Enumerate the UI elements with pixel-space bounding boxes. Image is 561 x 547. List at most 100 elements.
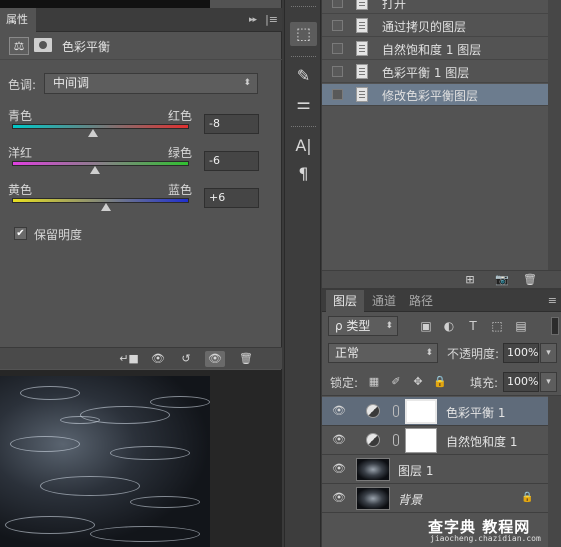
- history-footer: ⊞ 📷 🗑: [322, 270, 561, 288]
- opacity-input[interactable]: 100%: [503, 343, 539, 363]
- magenta-green-slider-handle[interactable]: [90, 166, 101, 174]
- 3d-icon[interactable]: ⬚: [290, 22, 317, 46]
- watermark: 查字典 教程网 jiaocheng.chazidian.com: [428, 516, 558, 544]
- blend-mode-select[interactable]: 正常 ⬍: [328, 343, 438, 363]
- filter-adjustment-icon[interactable]: ◐: [441, 318, 457, 334]
- lock-label: 锁定:: [330, 376, 359, 390]
- clip-to-layer-icon[interactable]: ↵■: [118, 351, 140, 367]
- history-item[interactable]: 修改色彩平衡图层: [322, 84, 548, 106]
- link-icon[interactable]: [393, 434, 399, 446]
- history-item-checkbox[interactable]: [332, 0, 343, 8]
- history-scrollbar[interactable]: [548, 0, 561, 270]
- paragraph-icon[interactable]: ¶: [290, 162, 317, 186]
- history-item[interactable]: 通过拷贝的图层: [322, 15, 548, 37]
- preserve-luminosity-checkbox[interactable]: ✔: [14, 227, 27, 240]
- delete-icon[interactable]: 🗑: [236, 351, 256, 367]
- new-document-icon[interactable]: ⊞: [460, 272, 480, 288]
- panel-menu-icon[interactable]: ≡: [548, 290, 557, 312]
- opacity-label: 不透明度:: [447, 347, 500, 361]
- document-icon: [356, 18, 368, 33]
- lock-paint-icon[interactable]: ✐: [388, 374, 404, 390]
- brush-icon[interactable]: ✎: [290, 64, 317, 88]
- layer-name: 色彩平衡 1: [446, 406, 506, 420]
- document-canvas[interactable]: [0, 370, 282, 547]
- mask-icon[interactable]: [34, 38, 52, 52]
- fill-input[interactable]: 100%: [503, 372, 539, 392]
- water-ripple: [60, 416, 100, 424]
- opacity-dropdown-icon[interactable]: ▾: [540, 343, 557, 363]
- eye-icon[interactable]: 👁: [332, 405, 346, 417]
- tone-select[interactable]: 中间调 ⬍: [44, 73, 258, 94]
- eye-icon[interactable]: 👁: [332, 492, 346, 504]
- tab-properties[interactable]: 属性: [0, 8, 36, 32]
- yellow-blue-slider-handle[interactable]: [100, 203, 111, 211]
- color-balance-icon[interactable]: ⚖: [9, 37, 29, 55]
- history-item-checkbox[interactable]: [332, 89, 343, 100]
- history-item-checkbox[interactable]: [332, 20, 343, 31]
- delete-icon[interactable]: 🗑: [520, 272, 540, 288]
- cyan-red-slider-handle[interactable]: [88, 129, 99, 137]
- collapse-icon[interactable]: ▸▸: [249, 8, 257, 32]
- history-item-checkbox[interactable]: [332, 66, 343, 77]
- history-item[interactable]: 打开: [322, 0, 548, 14]
- fill-dropdown-icon[interactable]: ▾: [540, 372, 557, 392]
- filter-kind-value: ρ 类型: [335, 319, 371, 333]
- history-item[interactable]: 色彩平衡 1 图层: [322, 61, 548, 83]
- panel-menu-icon[interactable]: |≡: [265, 8, 278, 32]
- tone-label: 色调:: [8, 78, 37, 92]
- properties-tabbar: 属性 ▸▸ |≡: [0, 8, 282, 32]
- visibility-icon[interactable]: 👁: [205, 351, 225, 367]
- adjustment-layer-icon: [366, 404, 380, 418]
- filter-toggle[interactable]: [551, 317, 559, 335]
- filter-shape-icon[interactable]: ⬚: [489, 318, 505, 334]
- character-icon[interactable]: A|: [290, 134, 317, 158]
- water-image: [0, 376, 210, 547]
- layer-name: 背景: [398, 493, 423, 507]
- yellow-blue-value-input[interactable]: +6: [204, 188, 259, 208]
- lock-all-icon[interactable]: 🔒: [432, 374, 448, 390]
- grip-handle[interactable]: [291, 6, 316, 9]
- layer-mask-thumbnail[interactable]: [405, 399, 437, 424]
- link-icon[interactable]: [393, 405, 399, 417]
- magenta-green-value-input[interactable]: -6: [204, 151, 259, 171]
- history-item[interactable]: 自然饱和度 1 图层: [322, 38, 548, 60]
- slider-magenta-label: 洋红: [8, 146, 33, 160]
- filter-pixel-icon[interactable]: ▣: [418, 318, 434, 334]
- eye-icon[interactable]: 👁: [332, 463, 346, 475]
- grip-handle[interactable]: [291, 56, 316, 59]
- adjustment-title: 色彩平衡: [62, 40, 111, 54]
- layer-row[interactable]: 👁 背景 🔒: [322, 484, 548, 513]
- lock-row: 锁定: ▦ ✐ ✥ 🔒 填充: 100% ▾: [322, 370, 561, 396]
- camera-icon[interactable]: 📷: [492, 272, 512, 288]
- slider-blue-label: 蓝色: [168, 183, 193, 197]
- grip-handle[interactable]: [291, 126, 316, 129]
- watermark-url: jiaocheng.chazidian.com: [430, 534, 541, 543]
- water-ripple: [5, 516, 95, 534]
- eye-icon[interactable]: 👁: [332, 434, 346, 446]
- tab-paths[interactable]: 路径: [404, 290, 438, 312]
- cyan-red-value-input[interactable]: -8: [204, 114, 259, 134]
- view-previous-icon[interactable]: 👁: [148, 351, 168, 367]
- water-ripple: [10, 436, 80, 452]
- layer-row[interactable]: 👁 图层 1: [322, 455, 548, 484]
- tab-layers[interactable]: 图层: [326, 290, 364, 312]
- filter-smart-object-icon[interactable]: ▤: [513, 318, 529, 334]
- filter-kind-select[interactable]: ρ 类型 ⬍: [328, 316, 398, 336]
- adjust-icon[interactable]: ⚌: [290, 92, 317, 116]
- history-item-label: 通过拷贝的图层: [382, 20, 467, 34]
- layer-row[interactable]: 👁 色彩平衡 1: [322, 397, 548, 426]
- cyan-red-slider-track[interactable]: [12, 124, 189, 129]
- layer-row[interactable]: 👁 自然饱和度 1: [322, 426, 548, 455]
- layer-mask-thumbnail[interactable]: [405, 428, 437, 453]
- filter-type-icon[interactable]: T: [465, 318, 481, 334]
- lock-position-icon[interactable]: ✥: [410, 374, 426, 390]
- tab-channels[interactable]: 通道: [366, 290, 402, 312]
- lock-transparent-icon[interactable]: ▦: [366, 374, 382, 390]
- properties-footer: ↵■ 👁 ↺ 👁 🗑: [0, 347, 282, 369]
- layer-thumbnail[interactable]: [356, 458, 390, 481]
- history-item-checkbox[interactable]: [332, 43, 343, 54]
- magenta-green-slider-track[interactable]: [12, 161, 189, 166]
- fill-label: 填充:: [470, 376, 499, 390]
- reset-icon[interactable]: ↺: [176, 351, 196, 367]
- layer-thumbnail[interactable]: [356, 487, 390, 510]
